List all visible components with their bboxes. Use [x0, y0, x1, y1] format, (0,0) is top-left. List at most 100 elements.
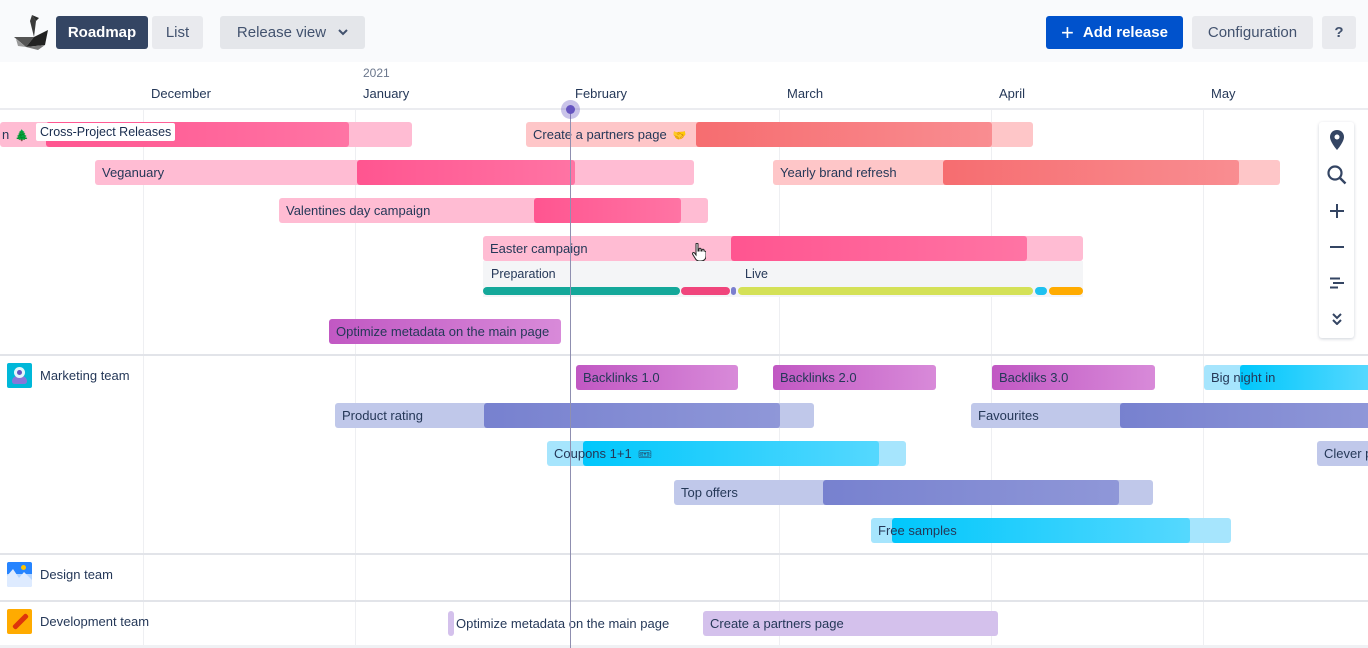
release-bar-coupons[interactable]: Coupons 1+1 🎟: [547, 441, 906, 466]
release-bar-top-offers[interactable]: Top offers: [674, 480, 1153, 505]
release-bar-label: Backliks 3.0: [999, 370, 1069, 385]
release-bar-progress: [731, 236, 1027, 261]
timeline-header: 2021 December January February March Apr…: [0, 62, 1368, 110]
month-march: March: [787, 86, 824, 101]
add-release-button[interactable]: + Add release: [1046, 16, 1183, 49]
sort-lines-icon[interactable]: [1319, 268, 1354, 298]
month-february: February: [575, 86, 628, 101]
grid-line: [355, 110, 356, 648]
ticket-icon: 🎟: [637, 449, 652, 461]
phase-segment[interactable]: [731, 287, 736, 295]
chevron-down-icon: [338, 27, 348, 39]
release-bar-progress: [357, 160, 575, 185]
expand-all-icon[interactable]: [1319, 304, 1354, 334]
toolbar: Roadmap List Release view + Add release …: [0, 0, 1368, 62]
release-bar-label: n 🌲: [2, 127, 29, 142]
roadmap-tab-button[interactable]: Roadmap: [56, 16, 148, 49]
release-bar-easter[interactable]: Easter campaign: [483, 236, 1083, 261]
phase-segment[interactable]: [681, 287, 730, 295]
phase-label-live: Live: [745, 267, 768, 281]
team-name: Development team: [40, 613, 150, 629]
release-bar-partners-page[interactable]: Create a partners page 🤝: [526, 122, 1033, 147]
section-divider: [0, 354, 1368, 356]
help-button[interactable]: ?: [1322, 16, 1356, 49]
list-tab-button[interactable]: List: [152, 16, 203, 49]
phase-segment[interactable]: [483, 287, 680, 295]
phase-label-preparation: Preparation: [491, 267, 556, 281]
handshake-icon: 🤝: [672, 130, 687, 142]
release-bar-label: Backlinks 2.0: [780, 370, 857, 385]
configuration-button[interactable]: Configuration: [1192, 16, 1313, 49]
team-row-marketing[interactable]: Marketing team: [7, 362, 130, 388]
release-bar-backlinks-3[interactable]: Backliks 3.0: [992, 365, 1155, 390]
release-bar-label: Valentines day campaign: [286, 203, 431, 218]
list-label: List: [165, 24, 190, 41]
release-bar-optimize-metadata[interactable]: Optimize metadata on the main page: [329, 319, 561, 344]
release-bar-progress: [534, 198, 681, 223]
configuration-label: Configuration: [1207, 24, 1298, 41]
help-label: ?: [1334, 24, 1344, 41]
release-bar-label: Free samples: [878, 523, 957, 538]
release-bar-veganuary[interactable]: Veganuary: [95, 160, 694, 185]
release-bar-label: Optimize metadata on the main page: [336, 324, 550, 339]
release-bar-label: Coupons 1+1 🎟: [554, 446, 652, 461]
phase-segment[interactable]: [1049, 287, 1083, 295]
release-bar-progress: [823, 480, 1119, 505]
release-bar-big-night-in[interactable]: Big night in: [1204, 365, 1368, 390]
search-icon[interactable]: [1319, 160, 1354, 190]
release-bar-free-samples[interactable]: Free samples: [871, 518, 1231, 543]
swan-logo-icon: [14, 15, 48, 50]
hand-cursor-icon: [692, 243, 706, 261]
release-bar-label: Easter campaign: [490, 241, 588, 256]
month-december: December: [151, 86, 211, 101]
release-bar-clever[interactable]: Clever p: [1317, 441, 1368, 466]
release-bar-progress: [943, 160, 1239, 185]
team-name: Design team: [40, 566, 113, 582]
release-bar-label: Product rating: [342, 408, 423, 423]
mountain-avatar-icon: [7, 561, 32, 587]
section-tag-cross-project: Cross-Project Releases: [36, 123, 176, 141]
grid-line: [143, 110, 144, 648]
release-bar-favourites[interactable]: Favourites: [971, 403, 1368, 428]
release-bar-dev-optimize-metadata[interactable]: [448, 611, 454, 636]
phase-segment[interactable]: [738, 287, 1033, 295]
section-divider: [0, 600, 1368, 602]
release-bar-product-rating[interactable]: Product rating: [335, 403, 814, 428]
release-bar-backlinks-1[interactable]: Backlinks 1.0: [576, 365, 738, 390]
add-release-label: Add release: [1082, 24, 1168, 41]
team-row-design[interactable]: Design team: [7, 561, 113, 587]
robot-avatar-icon: [7, 362, 32, 388]
zoom-in-icon[interactable]: [1319, 196, 1354, 226]
phase-segment[interactable]: [1035, 287, 1047, 295]
release-bar-label: Top offers: [681, 485, 738, 500]
plus-icon: +: [1061, 19, 1074, 45]
zoom-out-icon[interactable]: [1319, 232, 1354, 262]
month-may: May: [1211, 86, 1236, 101]
release-bar-label: Optimize metadata on the main page: [456, 616, 670, 631]
release-bar-label: Clever p: [1324, 446, 1368, 461]
release-bar-progress: [484, 403, 780, 428]
side-toolbar: [1319, 122, 1354, 338]
release-bar-label: Yearly brand refresh: [780, 165, 897, 180]
month-january: January: [363, 86, 410, 101]
release-bar-label: Create a partners page 🤝: [533, 127, 687, 142]
pencil-avatar-icon: [7, 608, 32, 634]
release-bar-label: Create a partners page: [710, 616, 844, 631]
section-divider: [0, 553, 1368, 555]
release-view-label: Release view: [236, 24, 327, 41]
roadmap-label: Roadmap: [67, 24, 137, 41]
release-bar-backlinks-2[interactable]: Backlinks 2.0: [773, 365, 936, 390]
month-april: April: [999, 86, 1026, 101]
today-marker[interactable]: [561, 100, 580, 119]
release-bar-progress: [1120, 403, 1368, 428]
release-view-dropdown[interactable]: Release view: [220, 16, 365, 49]
release-bar-valentines[interactable]: Valentines day campaign: [279, 198, 708, 223]
location-pin-icon[interactable]: [1319, 125, 1354, 155]
today-line: [570, 112, 571, 648]
year-label: 2021: [363, 66, 390, 80]
release-bar-dev-partners-page[interactable]: Create a partners page: [703, 611, 998, 636]
release-bar-yearly-brand-refresh[interactable]: Yearly brand refresh: [773, 160, 1280, 185]
release-bar-progress: [696, 122, 992, 147]
release-bar-label: Veganuary: [102, 165, 165, 180]
team-row-development[interactable]: Development team: [7, 608, 150, 634]
